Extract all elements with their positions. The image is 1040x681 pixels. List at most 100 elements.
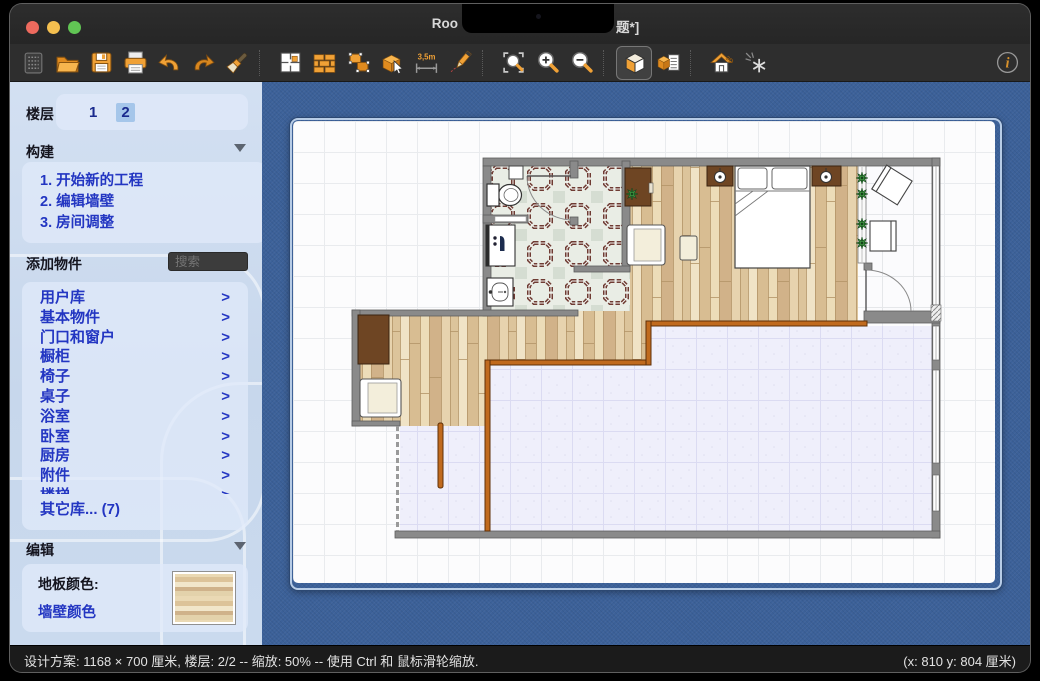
sink	[487, 278, 513, 306]
effects-button[interactable]	[738, 47, 772, 79]
rooms-icon	[346, 50, 371, 75]
edit-panel: 地板颜色: 墙壁颜色	[22, 564, 248, 632]
category-item[interactable]: 用户库 >	[22, 288, 248, 308]
category-item[interactable]: 卧室 >	[22, 427, 248, 447]
svg-text:i: i	[1005, 56, 1009, 72]
close-button[interactable]	[26, 21, 39, 34]
toolbar-separator	[603, 50, 613, 76]
category-item[interactable]: 楼梯 >	[22, 486, 248, 494]
info-button[interactable]: i	[990, 47, 1024, 79]
category-list: 用户库 > 基本物件 > 门口和窗户 > 橱柜	[22, 288, 248, 494]
undo-button[interactable]	[152, 47, 186, 79]
status-text: 设计方案: 1168 × 700 厘米, 楼层: 2/2 -- 缩放: 50% …	[24, 651, 479, 670]
statusbar: 设计方案: 1168 × 700 厘米, 楼层: 2/2 -- 缩放: 50% …	[10, 645, 1030, 672]
floor-selector: 1 2	[56, 94, 248, 130]
redo-button[interactable]	[186, 47, 220, 79]
zoom-in-icon	[535, 50, 560, 75]
plan-page[interactable]	[293, 121, 995, 583]
zoom-out-button[interactable]	[564, 47, 598, 79]
brush-icon	[225, 50, 250, 75]
maximize-button[interactable]	[68, 21, 81, 34]
more-libraries-link[interactable]: 其它库... (7)	[22, 494, 248, 519]
home-3d-button[interactable]: 3D	[704, 47, 738, 79]
build-header: 构建	[26, 142, 54, 162]
wall-color-link[interactable]: 墙壁颜色	[38, 601, 96, 622]
save-button[interactable]	[84, 47, 118, 79]
edit-rooms-button[interactable]	[341, 47, 375, 79]
floor-texture-swatch[interactable]	[172, 571, 236, 625]
measure-button[interactable]: 3,5m	[409, 47, 443, 79]
object-cursor-icon	[380, 50, 405, 75]
category-item[interactable]: 附件 >	[22, 466, 248, 486]
side-table	[680, 236, 697, 260]
save-icon	[89, 50, 114, 75]
shelf[interactable]	[495, 217, 526, 222]
chevron-right-icon: >	[221, 466, 230, 486]
chevron-right-icon: >	[221, 407, 230, 427]
category-item[interactable]: 桌子 >	[22, 387, 248, 407]
chevron-right-icon: >	[221, 347, 230, 367]
sidebar: 楼层 1 2 构建 1. 开始新的工程2. 编辑墙壁3. 房间调整 添加物件 用…	[10, 82, 262, 646]
undo-icon	[157, 50, 182, 75]
build-step-link[interactable]: 3. 房间调整	[40, 213, 262, 234]
object-list-button[interactable]	[651, 47, 685, 79]
edit-header: 编辑	[26, 540, 54, 560]
open-folder-icon	[55, 50, 80, 75]
bricks-icon	[312, 50, 337, 75]
redo-icon	[191, 50, 216, 75]
floor-option-1[interactable]: 1	[84, 103, 102, 122]
category-item[interactable]: 厨房 >	[22, 446, 248, 466]
zoom-in-button[interactable]	[530, 47, 564, 79]
view-3d-button[interactable]	[617, 47, 651, 79]
cistern	[509, 166, 523, 179]
floors-label: 楼层	[26, 104, 54, 124]
select-object-button[interactable]	[375, 47, 409, 79]
print-button[interactable]	[118, 47, 152, 79]
chevron-right-icon: >	[221, 308, 230, 328]
toolbar-separator	[690, 50, 700, 76]
toolbar-separator	[482, 50, 492, 76]
toilet-tank	[487, 184, 499, 206]
cursor-coordinates: (x: 810 y: 804 厘米)	[903, 651, 1016, 670]
category-label: 浴室	[40, 407, 70, 427]
category-item[interactable]: 椅子 >	[22, 367, 248, 387]
balcony-chair	[870, 221, 896, 251]
design-canvas[interactable]	[262, 82, 1030, 646]
category-item[interactable]: 浴室 >	[22, 407, 248, 427]
format-brush-button[interactable]	[220, 47, 254, 79]
svg-text:3,5m: 3,5m	[417, 52, 435, 61]
zoom-region-button[interactable]	[496, 47, 530, 79]
minimize-button[interactable]	[47, 21, 60, 34]
pen-icon	[448, 50, 473, 75]
build-step-link[interactable]: 1. 开始新的工程	[40, 171, 262, 192]
floor-color-label: 地板颜色:	[38, 574, 99, 594]
floor-plan[interactable]	[293, 121, 995, 583]
floor-plan-icon	[278, 50, 303, 75]
walls-button[interactable]	[307, 47, 341, 79]
washbasin-counter	[486, 225, 515, 266]
wall-balcony-bottom	[864, 311, 940, 323]
collapse-triangle-icon[interactable]	[234, 542, 246, 550]
app-window: Roo 题*] 3,5m 3D i	[10, 4, 1030, 672]
category-label: 椅子	[40, 367, 70, 387]
category-item[interactable]: 门口和窗户 >	[22, 328, 248, 348]
wall-corridor-bottom	[352, 421, 400, 426]
build-step-link[interactable]: 2. 编辑墙壁	[40, 192, 262, 213]
category-item[interactable]: 基本物件 >	[22, 308, 248, 328]
wall-partition-end	[864, 263, 872, 270]
floor-plan-button[interactable]	[273, 47, 307, 79]
windows[interactable]	[931, 166, 941, 511]
chevron-right-icon: >	[221, 427, 230, 447]
new-document-button[interactable]	[16, 47, 50, 79]
window-sill	[931, 305, 941, 321]
zoom-out-icon	[569, 50, 594, 75]
collapse-triangle-icon[interactable]	[234, 144, 246, 152]
window-title-right: 题*]	[616, 16, 639, 36]
category-label: 卧室	[40, 427, 70, 447]
floor-option-2[interactable]: 2	[116, 103, 134, 122]
open-button[interactable]	[50, 47, 84, 79]
wall-top	[483, 158, 940, 166]
category-item[interactable]: 橱柜 >	[22, 347, 248, 367]
search-input[interactable]	[168, 252, 248, 271]
draw-button[interactable]	[443, 47, 477, 79]
